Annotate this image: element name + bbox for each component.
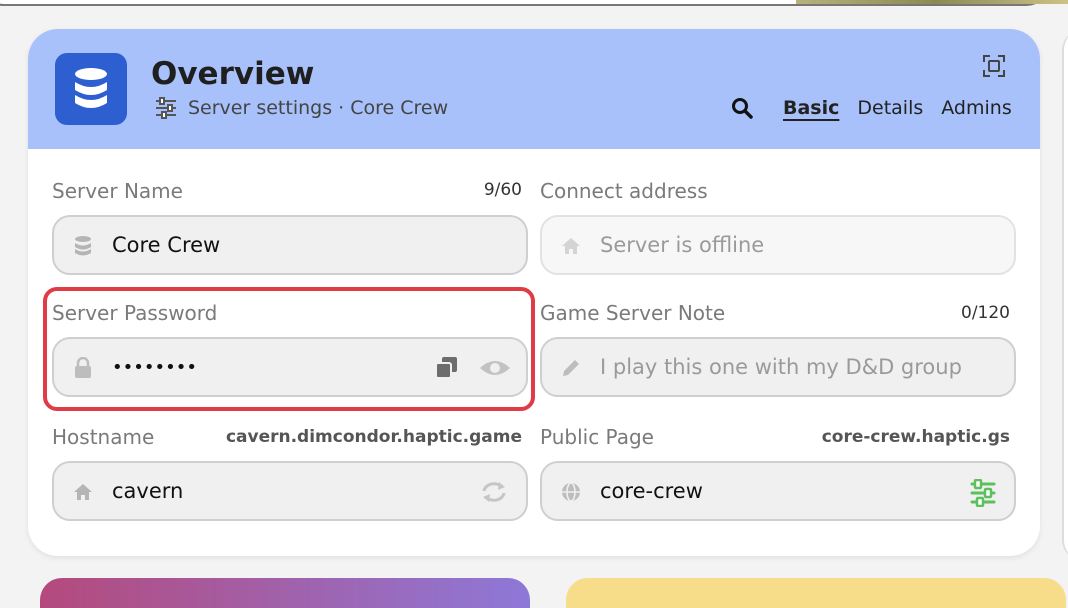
game-server-note-placeholder: I play this one with my D&D group (600, 355, 962, 379)
background-card-image (796, 0, 1068, 4)
hostname-full-address: cavern.dimcondor.haptic.game (225, 427, 522, 447)
public-page-value: core-crew (600, 479, 703, 503)
game-server-note-label: Game Server Note (540, 301, 726, 325)
tab-basic[interactable]: Basic (783, 97, 839, 119)
breadcrumb-text: Server settings · Core Crew (188, 97, 449, 119)
settings-sliders-icon[interactable] (968, 479, 998, 507)
connect-address-field: Server is offline (540, 215, 1016, 275)
background-card-right (1062, 30, 1068, 560)
database-icon (75, 236, 91, 256)
page-title: Overview (151, 56, 315, 92)
globe-icon (562, 482, 580, 502)
background-card-bottom-left (40, 578, 530, 608)
connect-address-placeholder: Server is offline (600, 233, 765, 257)
overview-card: Overview Server settings · Core Crew Bas… (28, 29, 1040, 556)
refresh-icon[interactable] (480, 480, 508, 504)
public-page-field[interactable]: core-crew (540, 461, 1016, 521)
tab-bar: Basic Details Admins (783, 97, 1012, 119)
server-name-counter: 9/60 (483, 180, 522, 200)
expand-icon[interactable] (982, 54, 1006, 78)
home-icon (562, 238, 580, 254)
server-database-icon (55, 53, 127, 125)
server-name-field[interactable]: Core Crew (52, 215, 528, 275)
tab-details[interactable]: Details (857, 97, 923, 119)
server-name-value: Core Crew (112, 233, 221, 257)
breadcrumb: Server settings · Core Crew (154, 97, 448, 119)
sliders-icon (156, 97, 176, 119)
game-server-note-counter: 0/120 (961, 303, 1010, 323)
hostname-label: Hostname (52, 425, 155, 449)
card-header: Overview Server settings · Core Crew Bas… (28, 29, 1040, 149)
home-icon (74, 484, 92, 500)
pencil-icon (563, 360, 579, 376)
background-card-bottom-right (566, 578, 1066, 608)
highlight-box (43, 287, 535, 411)
game-server-note-field[interactable]: I play this one with my D&D group (540, 337, 1016, 397)
search-icon[interactable] (731, 97, 753, 119)
hostname-value: cavern (112, 479, 184, 503)
connect-address-label: Connect address (540, 179, 708, 203)
public-page-label: Public Page (540, 425, 654, 449)
tab-admins[interactable]: Admins (941, 97, 1011, 119)
public-page-url: core-crew.haptic.gs (821, 427, 1010, 447)
hostname-field[interactable]: cavern (52, 461, 528, 521)
server-name-label: Server Name (52, 179, 183, 203)
